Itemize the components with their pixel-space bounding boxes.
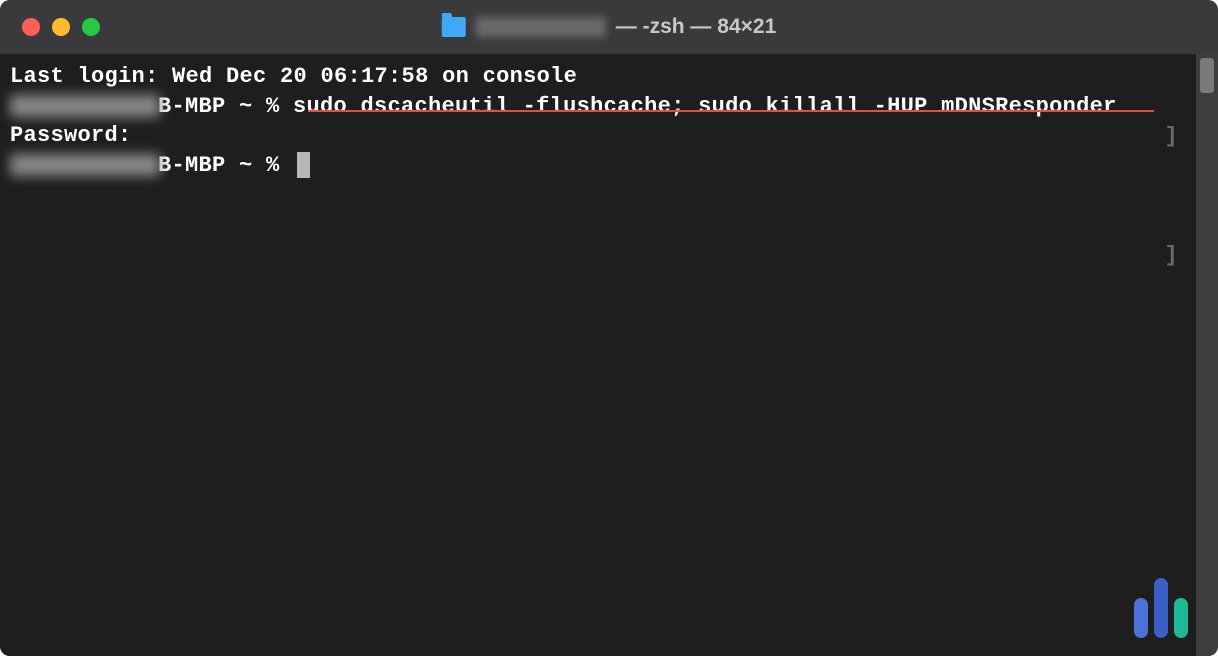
redacted-hostname [10,154,160,176]
logo-watermark [1134,578,1188,638]
titlebar[interactable]: — -zsh — 84×21 [0,0,1218,54]
terminal-output[interactable]: Last login: Wed Dec 20 06:17:58 on conso… [0,54,1218,656]
prompt-text: B-MBP ~ % [158,94,293,119]
login-line: Last login: Wed Dec 20 06:17:58 on conso… [10,62,1208,92]
minimize-button[interactable] [52,18,70,36]
close-button[interactable] [22,18,40,36]
line-bracket: ] [1164,241,1178,271]
window-title: — -zsh — 84×21 [442,15,776,39]
logo-bar-icon [1154,578,1168,638]
traffic-lights [0,18,100,36]
folder-icon [442,17,466,37]
scrollbar-thumb[interactable] [1200,58,1214,93]
cursor [297,152,310,178]
title-suffix: — -zsh — 84×21 [616,15,776,39]
command-line: B-MBP ~ % sudo dscacheutil -flushcache; … [10,92,1208,122]
logo-bar-icon [1134,598,1148,638]
maximize-button[interactable] [82,18,100,36]
password-line: Password: [10,121,1208,151]
prompt-text: B-MBP ~ % [158,153,293,178]
redacted-dirname [476,17,606,37]
command-text: sudo dscacheutil -flushcache; sudo killa… [293,94,1117,119]
scrollbar-track[interactable] [1196,54,1218,656]
logo-bar-icon [1174,598,1188,638]
command-highlight-underline [308,110,1154,112]
redacted-hostname [10,95,160,117]
terminal-window: — -zsh — 84×21 Last login: Wed Dec 20 06… [0,0,1218,656]
prompt-line: B-MBP ~ % ] [10,151,1208,181]
